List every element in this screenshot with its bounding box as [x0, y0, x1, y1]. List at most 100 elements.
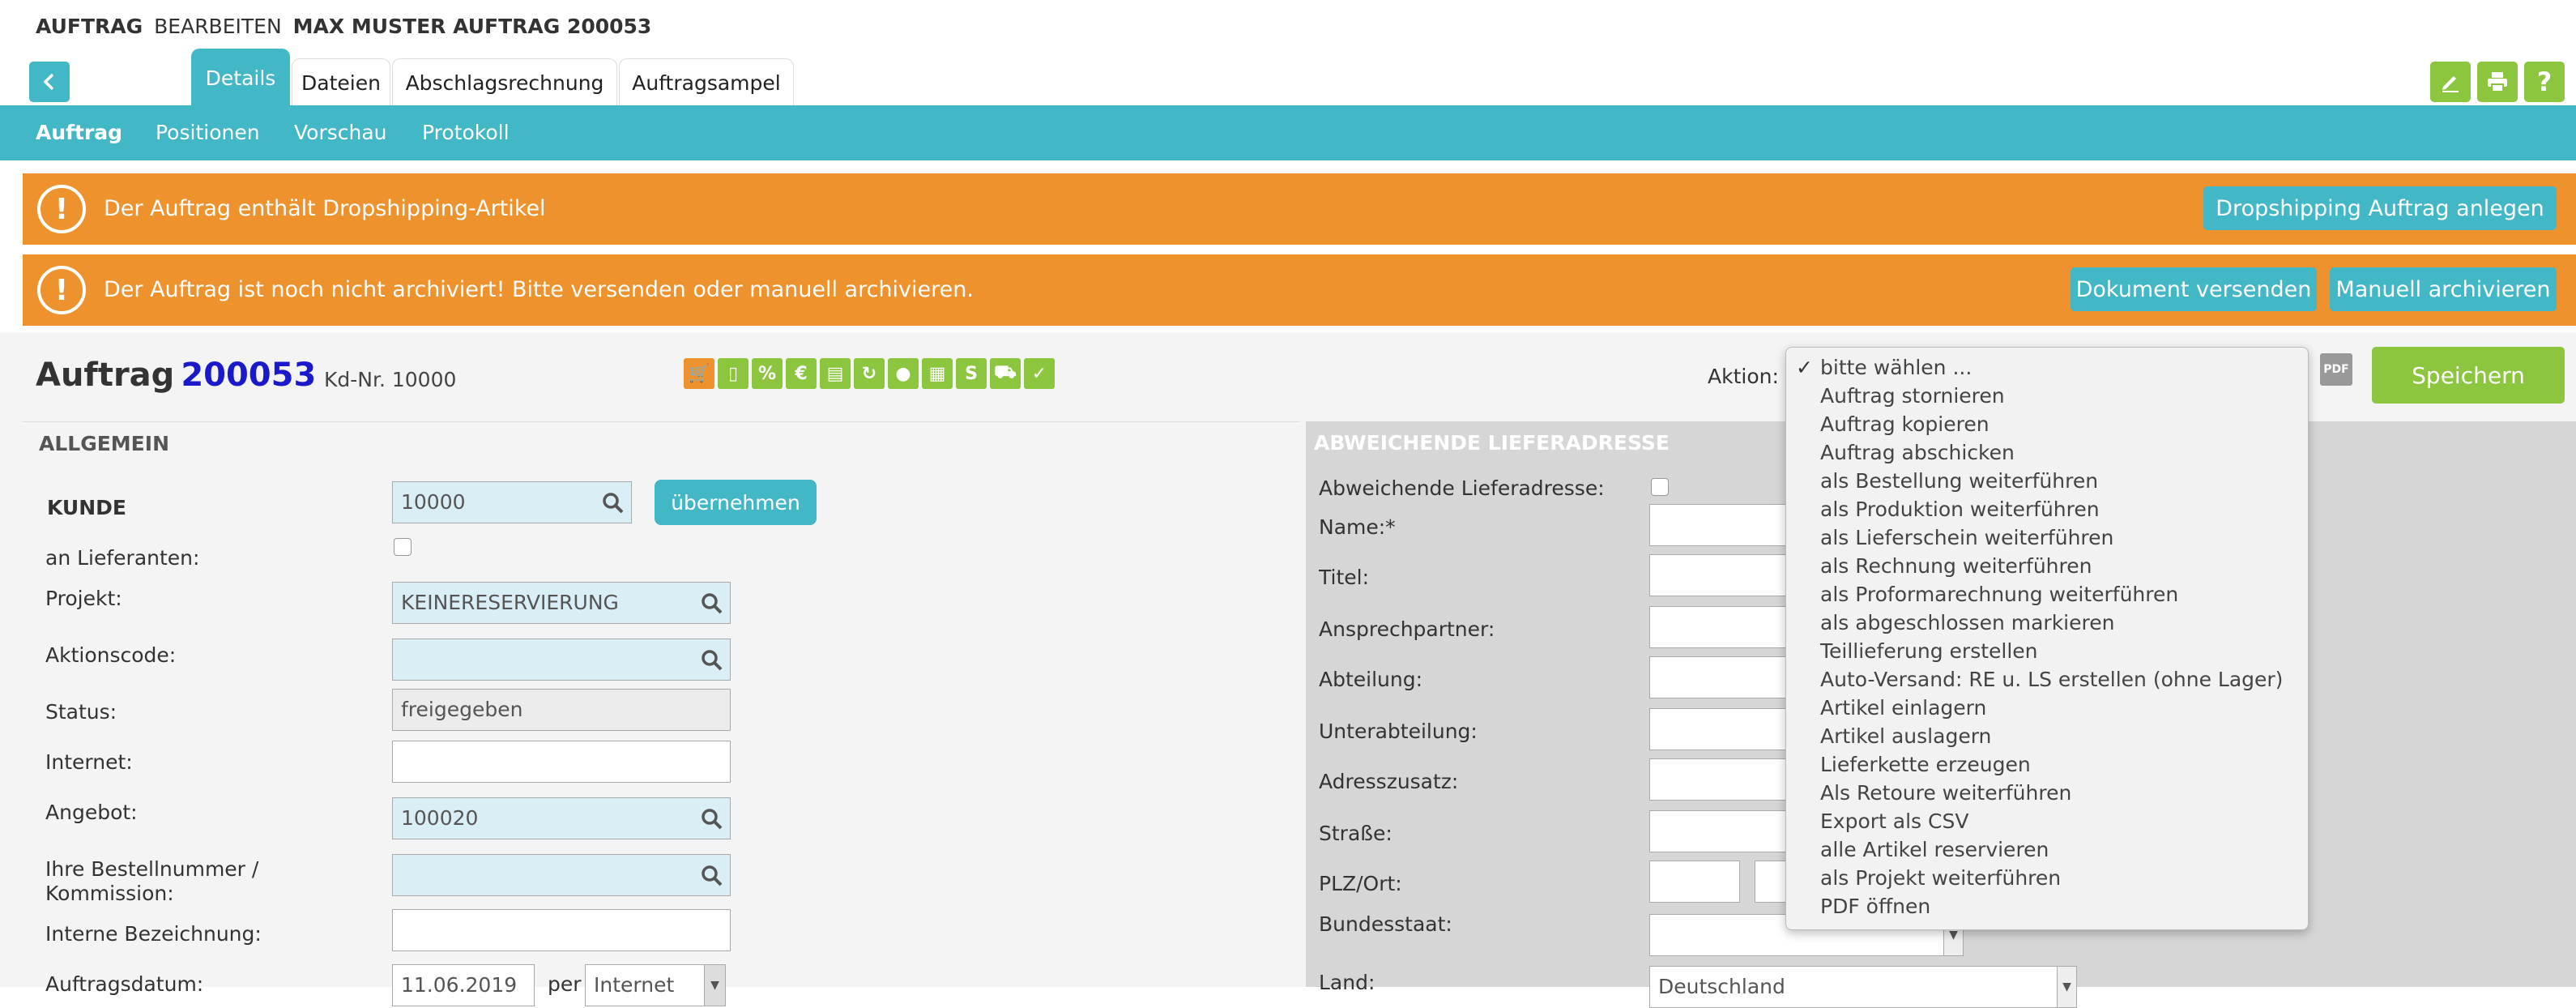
bestellnummer-input[interactable] — [392, 854, 731, 896]
internet-label: Internet: — [45, 750, 133, 774]
dropdown-option[interactable]: als Lieferschein weiterführen — [1820, 526, 2113, 549]
dropdown-option[interactable]: Als Retoure weiterführen — [1820, 781, 2071, 805]
subnav-auftrag[interactable]: Auftrag — [36, 105, 122, 160]
refresh-icon[interactable]: ↻ — [854, 358, 885, 389]
angebot-value: 100020 — [401, 806, 479, 830]
dropdown-option[interactable]: Auftrag kopieren — [1820, 412, 1990, 436]
dropdown-option[interactable]: als Projekt weiterführen — [1820, 866, 2061, 890]
projekt-label: Projekt: — [45, 587, 122, 610]
dropdown-option[interactable]: Auto-Versand: RE u. LS erstellen (ohne L… — [1820, 668, 2283, 691]
tab-auftragsampel[interactable]: Auftragsampel — [619, 58, 794, 107]
dropdown-option[interactable]: als abgeschlossen markieren — [1820, 611, 2114, 634]
search-icon[interactable] — [701, 649, 723, 672]
name-label: Name:* — [1319, 515, 1396, 539]
dropdown-option[interactable]: Artikel einlagern — [1820, 696, 1986, 720]
section-heading: ALLGEMEIN — [39, 432, 169, 455]
dropdown-option[interactable]: als Bestellung weiterführen — [1820, 469, 2098, 493]
calendar-icon[interactable]: ▦ — [922, 358, 953, 389]
kdnr-value: 10000 — [391, 368, 457, 391]
aktionscode-input[interactable] — [392, 639, 731, 681]
status-icon-bar: 🛒 ▯% € ▤ ↻ ● ▦ S ⛟ ✓ — [684, 358, 1055, 391]
person-icon[interactable]: ● — [888, 358, 919, 389]
back-button[interactable] — [29, 62, 70, 102]
auftragsdatum-label: Auftragsdatum: — [45, 972, 204, 996]
an-lieferanten-checkbox[interactable] — [394, 538, 412, 556]
dropshipping-order-button[interactable]: Dropshipping Auftrag anlegen — [2203, 186, 2557, 230]
search-icon[interactable] — [701, 808, 723, 831]
subnav-positionen[interactable]: Positionen — [156, 105, 260, 160]
dropdown-option[interactable]: Teillieferung erstellen — [1820, 639, 2038, 663]
top-header: AUFTRAG BEARBEITEN MAX MUSTER AUFTRAG 2000… — [0, 0, 2576, 107]
land-select[interactable]: Deutschland ▼ — [1649, 966, 2077, 1008]
internet-input[interactable] — [392, 741, 731, 783]
kommission-label: Kommission: — [45, 882, 174, 905]
dropdown-option[interactable]: als Proformarechnung weiterführen — [1820, 583, 2178, 606]
abweichende-lieferadresse-checkbox[interactable] — [1651, 478, 1669, 496]
uebernehmen-button[interactable]: übernehmen — [655, 480, 817, 525]
angebot-input[interactable]: 100020 — [392, 797, 731, 839]
dropdown-option[interactable]: als Rechnung weiterführen — [1820, 554, 2092, 578]
cart-icon[interactable]: 🛒 — [684, 358, 714, 389]
dropdown-option[interactable]: Lieferkette erzeugen — [1820, 753, 2031, 776]
aktion-label: Aktion: — [1708, 365, 1779, 388]
help-button[interactable]: ? — [2524, 62, 2565, 102]
tab-dateien[interactable]: Dateien — [292, 58, 390, 107]
projekt-input[interactable]: KEINERESERVIERUNG — [392, 582, 731, 624]
an-lieferanten-label: an Lieferanten: — [45, 546, 200, 570]
save-button[interactable]: Speichern — [2372, 347, 2565, 404]
interne-bezeichnung-label: Interne Bezeichnung: — [45, 922, 262, 946]
dropdown-option[interactable]: alle Artikel reservieren — [1820, 838, 2049, 861]
percent-icon[interactable]: % — [752, 358, 783, 389]
adresszusatz-label: Adresszusatz: — [1319, 770, 1459, 793]
subnav-vorschau[interactable]: Vorschau — [294, 105, 387, 160]
print-button[interactable] — [2477, 62, 2518, 102]
plz-input[interactable] — [1649, 861, 1740, 903]
search-icon[interactable] — [701, 865, 723, 887]
archive-alert: ! Der Auftrag ist noch nicht archiviert!… — [23, 254, 2576, 326]
customer-number: Kd-Nr. 10000 — [324, 368, 456, 391]
search-icon[interactable] — [701, 592, 723, 615]
dropdown-option[interactable]: Auftrag stornieren — [1820, 384, 2005, 408]
dropdown-option[interactable]: Auftrag abschicken — [1820, 441, 2015, 464]
auftragsdatum-input[interactable]: 11.06.2019 — [392, 964, 535, 1006]
dropdown-option[interactable]: bitte wählen ... — [1820, 356, 1972, 379]
truck-icon[interactable]: ⛟ — [990, 358, 1021, 389]
printer-icon — [2488, 72, 2507, 92]
page-title-word: Auftrag — [36, 357, 175, 394]
tab-abschlagsrechnung[interactable]: Abschlagsrechnung — [392, 58, 617, 107]
check-icon[interactable]: ✓ — [1024, 358, 1055, 389]
titel-label: Titel: — [1319, 566, 1369, 589]
search-icon[interactable] — [602, 492, 625, 515]
breadcrumb-action: BEARBEITEN — [154, 15, 282, 38]
dropdown-option[interactable]: Artikel auslagern — [1820, 724, 1991, 748]
dropdown-option[interactable]: PDF öffnen — [1820, 895, 1930, 918]
send-document-button[interactable]: Dokument versenden — [2071, 267, 2317, 311]
chevron-left-icon — [43, 73, 54, 91]
archive-manually-button[interactable]: Manuell archivieren — [2330, 267, 2557, 311]
alert-message: Der Auftrag enthält Dropshipping-Artikel — [104, 196, 546, 221]
dropshipping-alert: ! Der Auftrag enthält Dropshipping-Artik… — [23, 173, 2576, 245]
s-icon[interactable]: S — [956, 358, 987, 389]
interne-bezeichnung-input[interactable] — [392, 909, 731, 951]
kunde-input[interactable]: 10000 — [392, 481, 632, 523]
chevron-down-icon: ▼ — [704, 965, 725, 1006]
dropdown-option[interactable]: Export als CSV — [1820, 809, 1968, 833]
status-value: freigegeben — [401, 698, 523, 721]
per-select[interactable]: Internet ▼ — [585, 964, 726, 1006]
dropdown-option[interactable]: als Produktion weiterführen — [1820, 498, 2100, 521]
edit-button[interactable] — [2430, 62, 2471, 102]
tab-details[interactable]: Details — [191, 49, 290, 107]
aktion-dropdown-menu: ✓ bitte wählen ... Auftrag stornieren Auft… — [1785, 347, 2309, 930]
invoice-icon[interactable]: ▤ — [820, 358, 851, 389]
plz-ort-label: PLZ/Ort: — [1319, 872, 1402, 895]
per-label: per — [548, 972, 582, 996]
euro-icon[interactable]: € — [786, 358, 817, 389]
exclamation-icon: ! — [37, 185, 86, 233]
bestellnummer-label: Ihre Bestellnummer / — [45, 857, 259, 881]
stock-icon[interactable]: ▯ — [718, 358, 748, 389]
pdf-icon[interactable]: PDF — [2320, 353, 2352, 386]
status-label: Status: — [45, 700, 117, 724]
subnav-protokoll[interactable]: Protokoll — [422, 105, 510, 160]
breadcrumb-module[interactable]: AUFTRAG — [36, 15, 143, 38]
question-icon: ? — [2536, 66, 2553, 97]
